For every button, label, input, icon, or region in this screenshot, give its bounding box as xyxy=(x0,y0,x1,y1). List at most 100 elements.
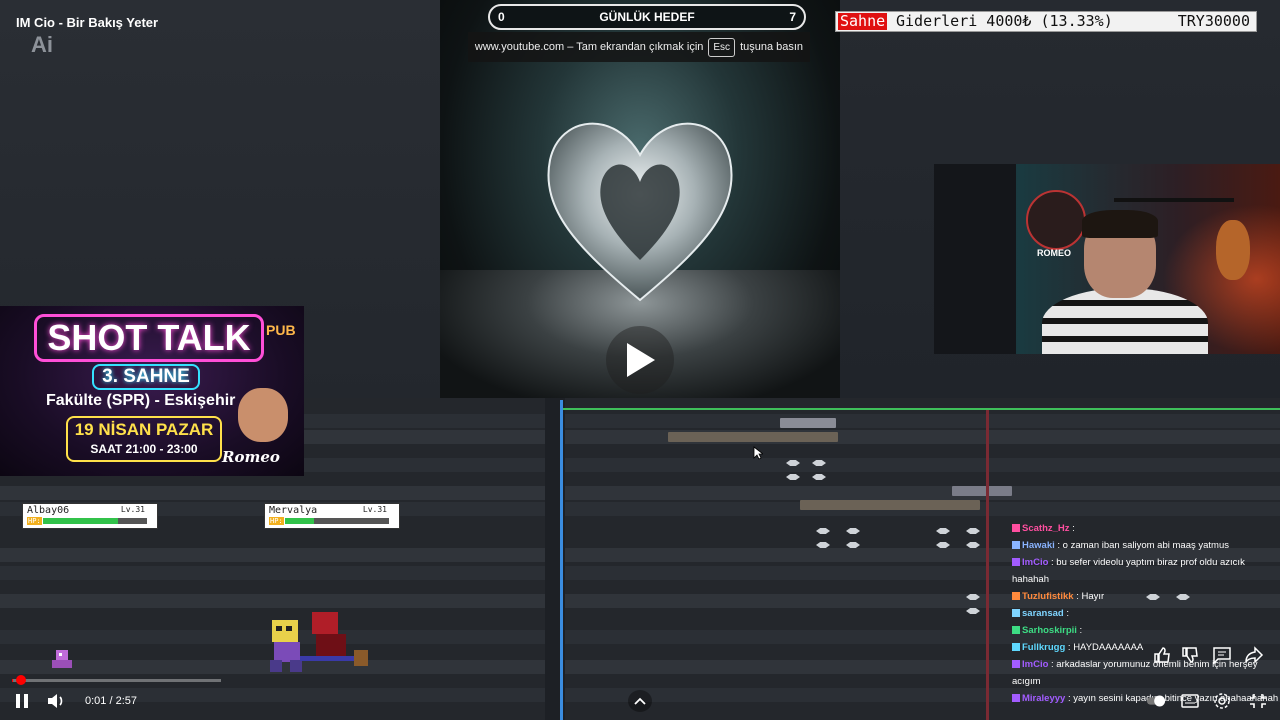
fullscreen-exit-icon[interactable] xyxy=(1248,692,1268,710)
chat-message-text: : xyxy=(1063,608,1070,619)
keyframe xyxy=(786,474,800,480)
esc-key-label: Esc xyxy=(708,37,736,57)
donation-goal-bar: Sahne Giderleri 4000₺ (13.33%) TRY30000 xyxy=(835,11,1257,32)
chat-message: ImCio : bu sefer videolu yaptım biraz pr… xyxy=(1012,554,1280,588)
video-title[interactable]: IM Cio - Bir Bakış Yeter xyxy=(16,15,158,30)
chat-message: Scathz_Hz : xyxy=(1012,520,1280,537)
goal-target: 7 xyxy=(789,10,796,24)
event-poster: SHOT TALK PUB 3. SAHNE Fakülte (SPR) - E… xyxy=(0,306,304,476)
poster-stage: 3. SAHNE xyxy=(92,364,200,390)
poster-date: 19 NİSAN PAZAR xyxy=(74,420,214,439)
share-icon[interactable] xyxy=(1244,646,1264,664)
romeo-logo-text: ROMEO xyxy=(1036,248,1071,258)
play-icon xyxy=(627,343,655,377)
poster-time: SAAT 21:00 - 23:00 xyxy=(90,442,198,456)
player-name: Albay06 xyxy=(27,505,70,516)
daily-goal-bar: 0 GÜNLÜK HEDEF 7 xyxy=(488,4,806,30)
toast-text-before: www.youtube.com – Tam ekrandan çıkmak iç… xyxy=(474,41,704,53)
chat-message: ImCio : arkadaslar yorumunuz önemli beni… xyxy=(1012,656,1280,690)
hp-bar xyxy=(43,518,147,524)
webcam-feed: ROMEO xyxy=(934,164,1280,354)
timeline-work-area xyxy=(560,408,1280,410)
pixel-fighters-sprite xyxy=(270,612,368,672)
donation-tag: Sahne xyxy=(838,12,888,30)
timeline-clip xyxy=(800,500,980,510)
chat-message-text: : yayın sesini kapadım bitince yazın aha… xyxy=(1065,693,1279,704)
streamer-hair xyxy=(1082,210,1158,238)
chat-message-text: : Hayır xyxy=(1073,591,1105,602)
pause-icon[interactable] xyxy=(12,691,32,711)
settings-icon[interactable] xyxy=(1212,692,1232,710)
timeline-track xyxy=(0,502,1280,516)
chat-username[interactable]: saransad xyxy=(1022,608,1064,619)
webcam-dark-area xyxy=(934,164,1016,354)
chat-message: Fullkrugg : HAYDAAAAAAA xyxy=(1012,639,1280,656)
chat-badge-icon xyxy=(1012,626,1020,635)
chat-badge-icon xyxy=(1012,694,1020,703)
fullscreen-toast: www.youtube.com – Tam ekrandan çıkmak iç… xyxy=(468,32,810,62)
keyframe xyxy=(966,528,980,534)
chat-badge-icon xyxy=(1012,524,1020,533)
player-name: Mervalya xyxy=(269,505,318,516)
timeline-clip xyxy=(668,432,838,442)
pixel-creature-sprite xyxy=(52,650,72,668)
chat-username[interactable]: Hawaki xyxy=(1022,540,1055,551)
chat-username[interactable]: ImCio xyxy=(1022,557,1048,568)
volume-icon[interactable] xyxy=(46,691,68,711)
like-icon[interactable] xyxy=(1152,646,1172,664)
autoplay-icon[interactable] xyxy=(1146,692,1166,710)
keyframe xyxy=(846,528,860,534)
chat-badge-icon xyxy=(1012,643,1020,652)
progress-bar[interactable] xyxy=(12,679,221,682)
hp-bar-fill xyxy=(285,518,315,524)
chat-message: Sarhoskirpii : xyxy=(1012,622,1280,639)
poster-pub-sign: PUB xyxy=(266,322,296,338)
player-hp-panel: Mervalya Lv.31 HP: xyxy=(264,503,400,529)
timeline-clip xyxy=(780,418,836,428)
timeline-marker xyxy=(986,410,989,720)
dislike-icon[interactable] xyxy=(1180,646,1200,664)
chat-overlay: Scathz_Hz : Hawaki : o zaman iban saliyo… xyxy=(1010,520,1280,720)
channel-logo: Ai xyxy=(31,32,53,57)
chat-username[interactable]: Scathz_Hz xyxy=(1022,523,1070,534)
poster-title: SHOT TALK xyxy=(34,314,264,362)
player-level: Lv.31 xyxy=(362,505,387,514)
chat-message: Hawaki : o zaman iban saliyom abi maaş y… xyxy=(1012,537,1280,554)
romeo-logo-icon xyxy=(1026,190,1086,250)
guitar-image xyxy=(1216,220,1250,280)
keyframe xyxy=(966,608,980,614)
player-level: Lv.31 xyxy=(120,505,145,514)
toast-text-after: tuşuna basın xyxy=(740,41,804,53)
chat-badge-icon xyxy=(1012,558,1020,567)
mouse-cursor-icon xyxy=(753,446,763,460)
play-button[interactable] xyxy=(606,326,674,394)
chat-message-text: : o zaman iban saliyom abi maaş yatmus xyxy=(1054,540,1229,551)
progress-scrubber[interactable] xyxy=(16,675,26,685)
chat-username[interactable]: Fullkrugg xyxy=(1022,642,1065,653)
subtitles-icon[interactable] xyxy=(1180,692,1200,710)
donation-target: TRY30000 xyxy=(1177,12,1250,30)
chevron-up-icon xyxy=(634,697,646,705)
timeline-playhead xyxy=(560,400,563,720)
progress-bar-fill xyxy=(12,679,14,682)
poster-date-box: 19 NİSAN PAZAR SAAT 21:00 - 23:00 xyxy=(66,416,222,462)
timeline-track xyxy=(0,486,1280,500)
keyframe xyxy=(812,474,826,480)
chat-username[interactable]: ImCio xyxy=(1022,659,1048,670)
chat-username[interactable]: Tuzlufistikk xyxy=(1022,591,1074,602)
goal-title: GÜNLÜK HEDEF xyxy=(599,10,695,24)
crystal-heart-image xyxy=(547,122,733,302)
hp-label: HP: xyxy=(269,517,284,525)
chat-message: saransad : xyxy=(1012,605,1280,622)
chat-badge-icon xyxy=(1012,609,1020,618)
chat-badge-icon xyxy=(1012,592,1020,601)
webcam-shelf xyxy=(1114,198,1234,202)
chat-message: Tuzlufistikk : Hayır xyxy=(1012,588,1280,605)
chat-message-text: : xyxy=(1069,523,1075,534)
chat-username[interactable]: Sarhoskirpii xyxy=(1022,625,1077,636)
chat-username[interactable]: Miraleyyy xyxy=(1022,693,1065,704)
chevron-up-button[interactable] xyxy=(628,690,652,712)
chat-message-text: : xyxy=(1076,625,1083,636)
comment-icon[interactable] xyxy=(1212,646,1232,664)
poster-signature: Romeo xyxy=(222,448,280,466)
